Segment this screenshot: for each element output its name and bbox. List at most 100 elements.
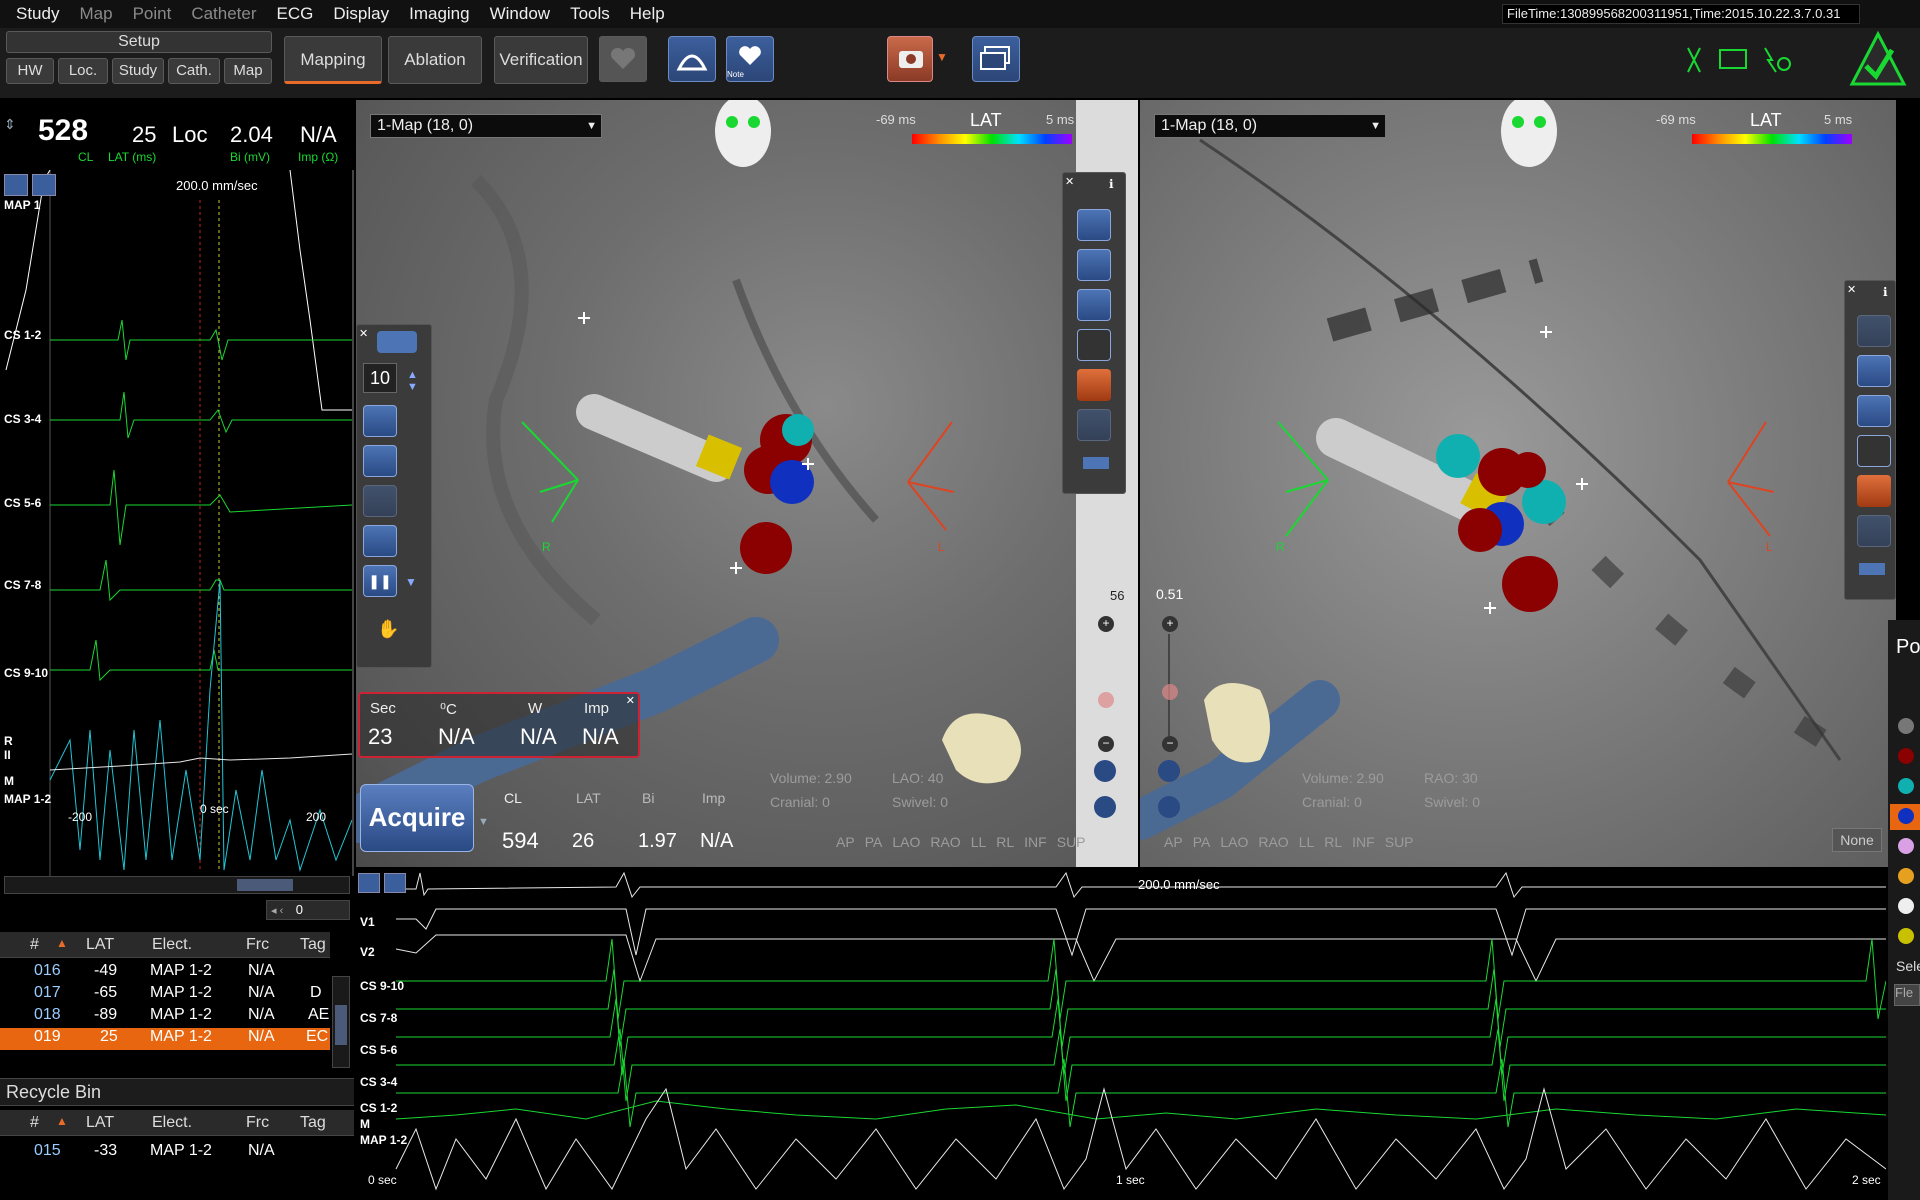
view-ap-left[interactable]: AP [836, 834, 855, 850]
menu-help[interactable]: Help [620, 3, 675, 25]
pause-icon[interactable]: ❚❚ [363, 565, 397, 597]
speed-stepper-icon[interactable]: ▲ ▼ [407, 369, 418, 393]
view-rl-right[interactable]: RL [1324, 834, 1342, 850]
study-button[interactable]: Study [112, 58, 164, 84]
grid-icon[interactable] [363, 405, 397, 437]
sort-asc-icon[interactable]: ▲ [56, 1114, 68, 1128]
col-num[interactable]: # [30, 1114, 39, 1132]
view-lao-left[interactable]: LAO [892, 834, 920, 850]
zoom-out-icon[interactable]: − [1098, 736, 1114, 752]
col-frc[interactable]: Frc [246, 936, 269, 954]
record-icon[interactable] [1857, 475, 1891, 507]
view-lao-right[interactable]: LAO [1220, 834, 1248, 850]
cath-button[interactable]: Cath. [168, 58, 220, 84]
col-tag[interactable]: Tag [300, 1114, 326, 1132]
table-row-selected[interactable]: 019 25 MAP 1-2 N/A EC [0, 1028, 330, 1050]
menu-ecg[interactable]: ECG [267, 3, 324, 25]
star-icon[interactable] [1077, 289, 1111, 321]
view-ll-right[interactable]: LL [1299, 834, 1315, 850]
acquire-dropdown-icon[interactable]: ▼ [478, 816, 489, 828]
view-inf-right[interactable]: INF [1352, 834, 1375, 850]
ecg-channel-icon[interactable] [384, 873, 406, 893]
screens-button[interactable] [972, 36, 1020, 82]
zoom-handle-icon[interactable] [1162, 684, 1178, 700]
info-icon[interactable]: ℹ [1109, 177, 1114, 191]
view-pa-left[interactable]: PA [865, 834, 883, 850]
table-row[interactable]: 018 -89 MAP 1-2 N/A AE [0, 1006, 330, 1028]
hand-icon[interactable]: ✋ [377, 619, 399, 640]
info-icon[interactable]: ℹ [1883, 285, 1888, 299]
view-inf-left[interactable]: INF [1024, 834, 1047, 850]
color-swatch-yellow[interactable] [1898, 928, 1914, 944]
color-swatch-cyan[interactable] [1898, 778, 1914, 794]
close-icon[interactable]: ✕ [1847, 283, 1856, 296]
page-prev-icon[interactable]: ◂ ‹ [267, 905, 283, 917]
heart-tool-icon[interactable] [377, 331, 417, 353]
more-icon[interactable] [1083, 457, 1109, 469]
sort-asc-icon[interactable]: ▲ [56, 936, 68, 950]
loc-button[interactable]: Loc. [58, 58, 108, 84]
view-down-icon[interactable] [1158, 760, 1180, 782]
status-spinner-icon[interactable]: ⇕ [4, 116, 16, 133]
pause-dropdown-icon[interactable]: ▼ [405, 575, 417, 589]
more-icon[interactable] [1859, 563, 1885, 575]
view-pa-right[interactable]: PA [1193, 834, 1211, 850]
camera-rotate-icon[interactable] [1077, 209, 1111, 241]
close-icon[interactable]: ✕ [1065, 175, 1074, 188]
ecg-tool-icon[interactable] [4, 174, 28, 196]
menu-point[interactable]: Point [123, 3, 182, 25]
map-select-right[interactable]: 1-Map (18, 0) ▼ [1154, 114, 1386, 138]
view-ll-left[interactable]: LL [971, 834, 987, 850]
view-rao-left[interactable]: RAO [930, 834, 960, 850]
color-swatch-red[interactable] [1898, 748, 1914, 764]
col-lat[interactable]: LAT [86, 936, 114, 954]
close-icon[interactable]: ✕ [359, 327, 368, 340]
left-ecg-scrollbar[interactable] [4, 876, 350, 894]
menu-map[interactable]: Map [69, 3, 122, 25]
table-row[interactable]: 017 -65 MAP 1-2 N/A D [0, 984, 330, 1006]
menu-imaging[interactable]: Imaging [399, 3, 479, 25]
map-view-right[interactable]: 1-Map (18, 0) ▼ -69 ms LAT 5 ms R L 0.51 … [1140, 100, 1896, 867]
hw-button[interactable]: HW [6, 58, 54, 84]
col-elect[interactable]: Elect. [152, 936, 192, 954]
camera-pan-icon[interactable] [1077, 249, 1111, 281]
zoom-handle-icon[interactable] [1098, 692, 1114, 708]
color-swatch-orange[interactable] [1898, 868, 1914, 884]
view-rao-right[interactable]: RAO [1258, 834, 1288, 850]
table-scrollbar[interactable] [332, 976, 350, 1068]
col-tag[interactable]: Tag [300, 936, 326, 954]
col-lat[interactable]: LAT [86, 1114, 114, 1132]
snapshot-button[interactable] [887, 36, 933, 82]
verification-tab[interactable]: Verification [494, 36, 588, 84]
acquire-button[interactable]: Acquire [360, 784, 474, 852]
snapshot-dropdown-icon[interactable]: ▼ [936, 50, 948, 64]
table-row[interactable]: 016 -49 MAP 1-2 N/A [0, 962, 330, 984]
zoom-in-icon[interactable]: + [1162, 616, 1178, 632]
zoom-out-icon[interactable]: − [1162, 736, 1178, 752]
camera-pan-icon[interactable] [1857, 355, 1891, 387]
table-row[interactable]: 015 -33 MAP 1-2 N/A [0, 1142, 330, 1164]
point-tool-icon[interactable] [363, 525, 397, 557]
speed-value[interactable]: 10 [363, 363, 397, 393]
setup-button[interactable]: Setup [6, 31, 272, 53]
table-scroll-thumb[interactable] [335, 1005, 347, 1045]
menu-study[interactable]: Study [6, 3, 69, 25]
note-button[interactable]: Note [726, 36, 774, 82]
menu-catheter[interactable]: Catheter [181, 3, 266, 25]
star-icon[interactable] [1857, 395, 1891, 427]
ecg-channel-icon[interactable] [32, 174, 56, 196]
col-num[interactable]: # [30, 936, 39, 954]
color-swatch-pink[interactable] [1898, 838, 1914, 854]
mapping-tab[interactable]: Mapping [284, 36, 382, 84]
heart-tool-button[interactable] [599, 36, 647, 82]
select-field[interactable]: Fle [1894, 984, 1920, 1006]
view-sup-right[interactable]: SUP [1385, 834, 1414, 850]
color-swatch-selected[interactable] [1890, 804, 1920, 830]
map-select-left[interactable]: 1-Map (18, 0) ▼ [370, 114, 602, 138]
col-frc[interactable]: Frc [246, 1114, 269, 1132]
view-rotate-icon[interactable] [1094, 796, 1116, 818]
menu-display[interactable]: Display [323, 3, 399, 25]
menu-tools[interactable]: Tools [560, 3, 620, 25]
close-icon[interactable]: ✕ [626, 694, 635, 707]
view-rl-left[interactable]: RL [996, 834, 1014, 850]
